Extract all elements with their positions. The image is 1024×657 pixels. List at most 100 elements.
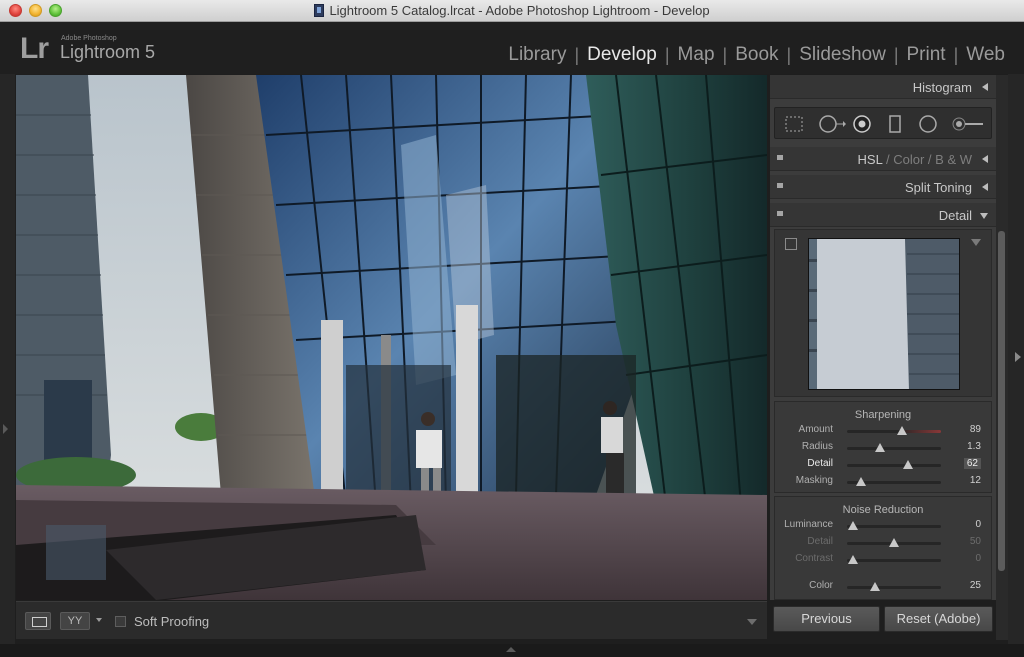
slider-value[interactable]: 25 xyxy=(970,580,981,591)
tab-hsl[interactable]: HSL xyxy=(858,152,883,167)
slider-thumb[interactable] xyxy=(847,521,858,530)
slider-label: Color xyxy=(809,580,833,591)
panel-toggle-switch[interactable] xyxy=(777,183,783,188)
slider-row-radius: Radius 1.3 xyxy=(775,440,991,456)
split-toning-label: Split Toning xyxy=(905,180,972,195)
module-library[interactable]: Library xyxy=(500,44,574,66)
slider-thumb[interactable] xyxy=(870,582,881,591)
slider-label: Luminance xyxy=(784,519,833,530)
slider-row-contrast: Contrast 0 xyxy=(775,552,991,568)
slider-value[interactable]: 1.3 xyxy=(967,441,981,452)
slider-row-luminance: Luminance 0 xyxy=(775,518,991,534)
collapse-triangle-icon xyxy=(982,83,988,91)
collapse-triangle-icon xyxy=(982,155,988,163)
slider-value[interactable]: 0 xyxy=(975,519,981,530)
collapse-right-panel-icon xyxy=(1015,352,1021,362)
scrollbar-thumb[interactable] xyxy=(998,231,1005,571)
brand-name: Lightroom 5 xyxy=(60,42,156,62)
noise-reduction-section: Noise Reduction Luminance 0 Detail 50 Co… xyxy=(774,496,992,600)
slider-value[interactable]: 62 xyxy=(963,458,981,469)
slider-thumb[interactable] xyxy=(889,538,899,547)
red-eye-icon[interactable] xyxy=(851,114,873,134)
detail-label: Detail xyxy=(938,208,972,223)
module-book[interactable]: Book xyxy=(727,44,786,66)
detail-panel-header[interactable]: Detail xyxy=(770,203,996,227)
module-map[interactable]: Map xyxy=(670,44,723,66)
tab-separator: / xyxy=(927,152,932,167)
slider-thumb[interactable] xyxy=(847,555,858,564)
histogram-panel-header[interactable]: Histogram xyxy=(770,75,996,99)
hsl-tab-labels: HSL / Color / B & W xyxy=(858,152,972,167)
collapse-triangle-icon xyxy=(982,183,988,191)
split-toning-panel-header[interactable]: Split Toning xyxy=(770,175,996,199)
spot-removal-icon[interactable] xyxy=(817,114,847,134)
slider-thumb[interactable] xyxy=(903,460,914,469)
tab-color[interactable]: Color xyxy=(893,152,924,167)
radius-slider[interactable] xyxy=(847,443,941,452)
panel-toggle-switch[interactable] xyxy=(777,155,783,160)
contrast-slider[interactable] xyxy=(847,555,941,564)
slider-row-color: Color 25 xyxy=(775,579,991,595)
slider-value[interactable]: 0 xyxy=(975,553,981,564)
module-print[interactable]: Print xyxy=(899,44,954,66)
expand-left-panel-icon xyxy=(3,424,8,434)
module-develop[interactable]: Develop xyxy=(579,44,665,66)
before-after-view-button[interactable]: YY xyxy=(60,612,90,630)
hsl-panel-header[interactable]: HSL / Color / B & W xyxy=(770,147,996,171)
masking-slider[interactable] xyxy=(847,477,941,486)
luminance-slider[interactable] xyxy=(847,521,941,530)
slider-label: Amount xyxy=(798,424,833,435)
sharpening-title: Sharpening xyxy=(854,409,912,421)
radial-filter-icon[interactable] xyxy=(917,114,939,134)
slider-label: Masking xyxy=(795,475,833,486)
amount-slider[interactable] xyxy=(847,426,941,435)
color-slider[interactable] xyxy=(847,582,941,591)
graduated-filter-icon[interactable] xyxy=(887,114,903,134)
slider-value[interactable]: 89 xyxy=(970,424,981,435)
tab-bw[interactable]: B & W xyxy=(935,152,972,167)
app-header: Lr Adobe Photoshop Lightroom 5 Library |… xyxy=(0,22,1024,74)
module-web[interactable]: Web xyxy=(958,44,1013,66)
detail-slider[interactable] xyxy=(847,460,941,469)
slider-label: Detail xyxy=(807,536,833,547)
chevron-down-icon[interactable] xyxy=(96,618,102,622)
module-slideshow[interactable]: Slideshow xyxy=(791,44,894,66)
slider-thumb[interactable] xyxy=(897,426,908,435)
expand-triangle-icon xyxy=(980,213,988,219)
target-adjust-icon[interactable] xyxy=(785,238,797,250)
expand-filmstrip-icon xyxy=(506,647,516,652)
loupe-view-button[interactable] xyxy=(25,612,51,630)
slider-thumb[interactable] xyxy=(856,477,867,486)
right-panel-scrollbar[interactable] xyxy=(996,75,1008,640)
right-panel-toggle[interactable] xyxy=(1008,74,1024,644)
toolbar-menu-icon[interactable] xyxy=(747,619,757,625)
slider-row-nr-detail: Detail 50 xyxy=(775,535,991,551)
slider-value[interactable]: 12 xyxy=(970,475,981,486)
preview-menu-icon[interactable] xyxy=(971,239,981,246)
soft-proofing-checkbox[interactable] xyxy=(115,616,126,627)
detail-zoom-preview[interactable] xyxy=(808,238,960,390)
panel-buttons: Previous Reset (Adobe) xyxy=(770,604,996,636)
adjustment-brush-icon[interactable] xyxy=(951,114,985,134)
previous-button[interactable]: Previous xyxy=(773,606,880,632)
left-panel-toggle[interactable] xyxy=(0,74,15,644)
histogram-label: Histogram xyxy=(912,80,972,95)
document-icon xyxy=(314,4,325,17)
tool-strip xyxy=(774,107,992,139)
slider-row-amount: Amount 89 xyxy=(775,423,991,439)
nr-detail-slider[interactable] xyxy=(847,538,941,547)
right-panel: Histogram HSL / Color / B & W Split Toni… xyxy=(770,75,996,600)
develop-toolbar: YY Soft Proofing xyxy=(16,601,767,639)
soft-proofing-label: Soft Proofing xyxy=(134,614,210,629)
filmstrip-toggle[interactable] xyxy=(0,644,1024,657)
crop-overlay-icon[interactable] xyxy=(783,114,805,134)
photo-canvas[interactable] xyxy=(16,75,767,600)
slider-value[interactable]: 50 xyxy=(970,536,981,547)
panel-toggle-switch[interactable] xyxy=(777,211,783,216)
noise-reduction-title: Noise Reduction xyxy=(842,504,924,516)
slider-label: Radius xyxy=(801,441,833,452)
reset-button[interactable]: Reset (Adobe) xyxy=(884,606,993,632)
slider-thumb[interactable] xyxy=(874,443,885,452)
window-title-text: Lightroom 5 Catalog.lrcat - Adobe Photos… xyxy=(329,3,710,18)
preview-image xyxy=(809,239,959,389)
